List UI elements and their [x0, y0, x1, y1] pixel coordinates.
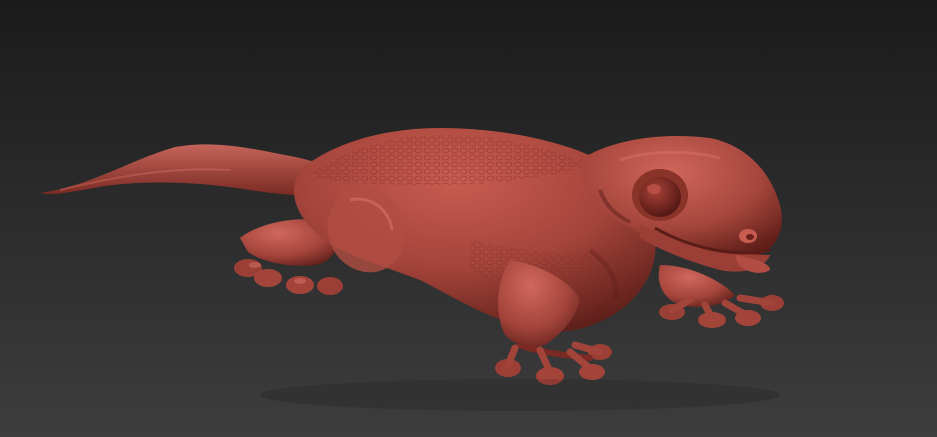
sculpt-viewport[interactable] — [0, 0, 937, 437]
eye — [639, 177, 681, 217]
ground-shadow — [260, 379, 780, 411]
back-foot-toe-4 — [317, 277, 343, 295]
back-foot-toe-2 — [254, 269, 282, 287]
gecko-render — [0, 0, 937, 437]
eye-highlight — [647, 184, 661, 194]
